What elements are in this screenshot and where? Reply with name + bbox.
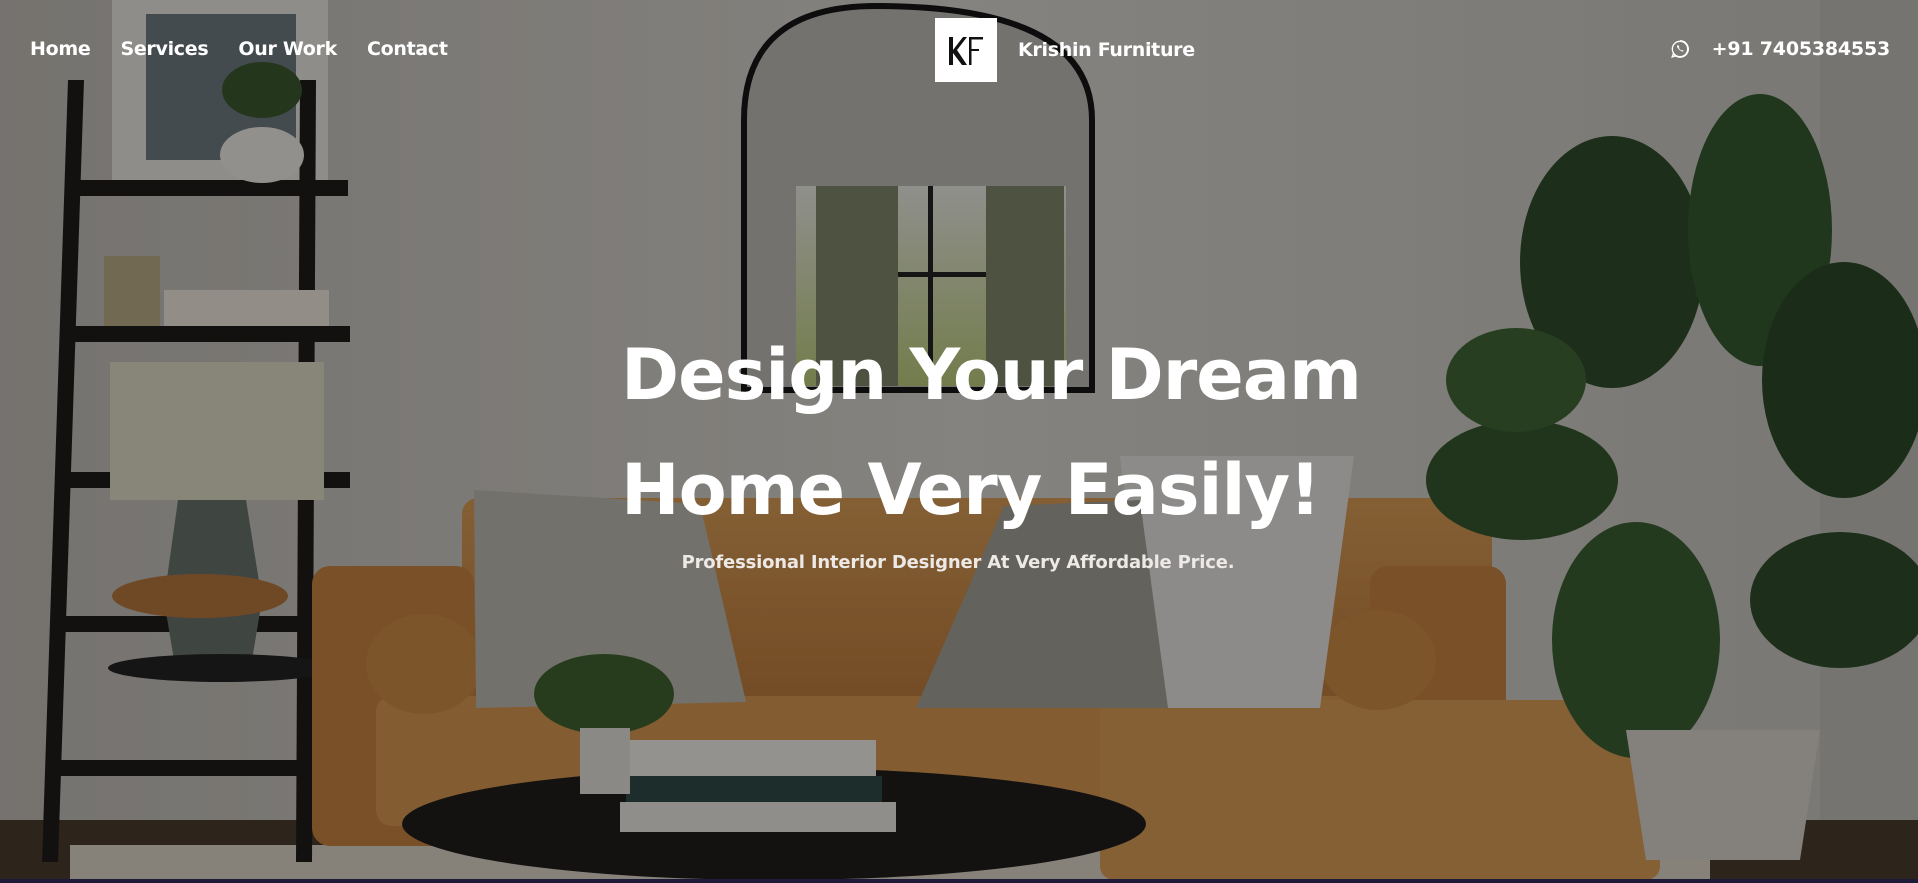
kf-logo-icon: KF <box>949 37 983 65</box>
brand-logo[interactable]: KF <box>935 18 997 82</box>
contact-info: +91 7405384553 <box>1670 38 1890 60</box>
nav-link-home[interactable]: Home <box>30 38 91 60</box>
brand: KF Krishin Furniture <box>935 18 1195 82</box>
hero-section: Home Services Our Work Contact KF Krishi… <box>0 0 1918 883</box>
hero-subtitle: Professional Interior Designer At Very A… <box>681 552 1235 573</box>
nav-link-our-work[interactable]: Our Work <box>238 38 337 60</box>
bottom-edge <box>0 879 1918 883</box>
whatsapp-icon[interactable] <box>1670 39 1690 59</box>
nav-link-contact[interactable]: Contact <box>367 38 448 60</box>
hero-headline: Design Your Dream Home Very Easily! <box>621 318 1362 548</box>
phone-number[interactable]: +91 7405384553 <box>1712 38 1891 60</box>
hero-headline-line-2: Home Very Easily! <box>621 449 1321 531</box>
brand-name[interactable]: Krishin Furniture <box>1018 39 1195 61</box>
hero-subtitle-wrap: Professional Interior Designer At Very A… <box>0 552 1918 573</box>
nav-link-services[interactable]: Services <box>120 38 208 60</box>
main-nav: Home Services Our Work Contact <box>30 38 448 60</box>
hero-headline-line-1: Design Your Dream <box>621 334 1362 416</box>
